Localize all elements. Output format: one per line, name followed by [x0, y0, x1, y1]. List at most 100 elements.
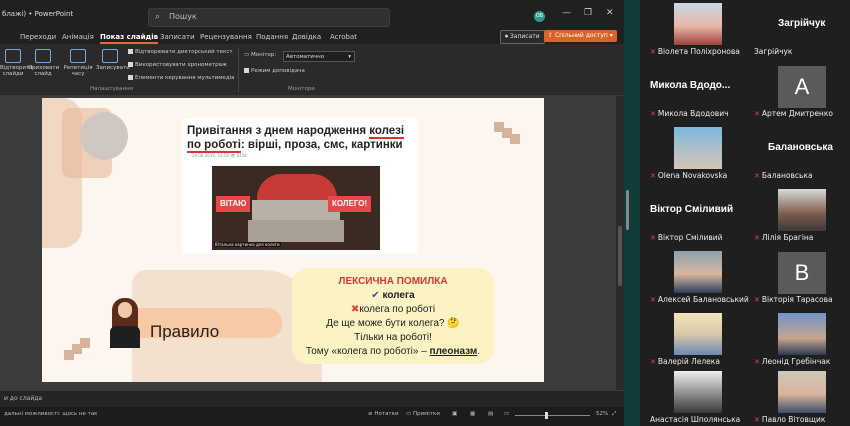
- rehearse-label: Репетиція часу: [63, 65, 93, 77]
- participant-tile[interactable]: ✕ Лілія Брагіна: [748, 186, 850, 244]
- comments-button-label: Примітки: [412, 411, 440, 417]
- record-button[interactable]: ⏺ Записати: [500, 30, 545, 44]
- lexical-error-box: ЛЕКСИЧНА ПОМИЛКА ✔ колега ✖колега по роб…: [292, 268, 494, 364]
- participant-tile[interactable]: A ✕ Артем Дмитренко: [748, 62, 850, 120]
- presenter-view-label: Режим доповідача: [251, 68, 305, 74]
- hide-slide-button[interactable]: Приховати слайд: [28, 49, 60, 77]
- thinking-emoji-icon: 🤔: [444, 318, 460, 329]
- hide-slide-label: Приховати слайд: [28, 65, 60, 77]
- fit-slide-icon[interactable]: ⤢: [612, 411, 616, 418]
- participant-tile[interactable]: Анастасія Шполянська: [644, 368, 748, 426]
- participant-tile[interactable]: ✕ Алексей Балановський: [644, 248, 749, 306]
- play-slides-button[interactable]: Відтворити слайди: [0, 49, 33, 77]
- participant-tile[interactable]: ✕ Olena Novakovska: [644, 124, 748, 182]
- participant-name-text: Olena Novakovska: [657, 171, 728, 180]
- participant-name-text: Балановська: [761, 171, 813, 180]
- participant-tile[interactable]: Микола Вдодо... ✕ Микола Вдодович: [644, 62, 748, 120]
- participant-name: ✕ Лілія Брагіна: [754, 233, 813, 242]
- presenter-view-checkbox[interactable]: Режим доповідача: [244, 68, 305, 74]
- box-conclusion: Тому «колега по роботі» – плеоназм.: [292, 346, 494, 357]
- scroll-thumb[interactable]: [618, 226, 622, 286]
- participant-name: ✕ Вікторія Тарасова: [754, 295, 833, 304]
- mic-muted-icon: ✕: [650, 234, 656, 242]
- participant-tile[interactable]: B ✕ Вікторія Тарасова: [748, 248, 850, 306]
- participant-tile[interactable]: ✕ Валерій Лелека: [644, 310, 748, 368]
- narration-checkbox[interactable]: Відтворювати дикторський текст: [128, 49, 233, 55]
- rehearse-timings-button[interactable]: Репетиція часу: [62, 49, 94, 77]
- restore-button[interactable]: ❐: [584, 8, 592, 18]
- tab-transitions[interactable]: Переходи: [20, 33, 56, 41]
- participant-name-text: Павло Вітовщик: [761, 415, 826, 424]
- checkmark-icon: ✔: [371, 290, 383, 301]
- participant-video: [778, 189, 826, 231]
- notes-pane[interactable]: и до слайда: [0, 390, 624, 407]
- participant-video: [778, 313, 826, 355]
- tab-review[interactable]: Рецензування: [200, 33, 252, 41]
- participant-name-text: Леонід Гребінчак: [761, 357, 831, 366]
- zoom-level[interactable]: 52%: [596, 411, 608, 417]
- close-button[interactable]: ✕: [606, 8, 614, 18]
- box-wrong-word: колега по роботі: [359, 304, 436, 315]
- participant-tile[interactable]: ✕ Павло Вітовщик: [748, 368, 850, 426]
- zoom-slider[interactable]: [515, 415, 590, 416]
- stopwatch-icon: [70, 49, 86, 63]
- search-box[interactable]: ⌕ Пошук: [148, 8, 390, 27]
- article-title: Привітання з днем народження колезі по р…: [187, 124, 419, 153]
- mic-muted-icon: ✕: [754, 416, 760, 424]
- mic-muted-icon: ✕: [650, 110, 656, 118]
- participant-tile[interactable]: Віктор Сміливий ✕ Віктор Сміливий: [644, 186, 748, 244]
- sign-right: КОЛЕГО!: [328, 196, 372, 212]
- vertical-scrollbar[interactable]: [616, 96, 624, 390]
- divider-handle[interactable]: [626, 190, 629, 230]
- checkbox-checked-icon: [128, 62, 133, 67]
- participant-tile[interactable]: ✕ Віолета Поліхронова: [644, 0, 748, 58]
- record-slideshow-label: Записувати: [96, 65, 130, 71]
- timings-checkbox[interactable]: Використовувати хронометраж: [128, 62, 227, 68]
- article-title-text: Привітання з днем народження: [187, 125, 370, 137]
- narration-label: Відтворювати дикторський текст: [135, 49, 233, 55]
- user-avatar[interactable]: ОБ: [534, 11, 545, 22]
- media-controls-checkbox[interactable]: Елементи керування мультимедіа: [128, 75, 235, 81]
- record-slideshow-button[interactable]: Записувати: [96, 49, 130, 71]
- share-button[interactable]: ⇪ Спільний доступ ▾: [544, 30, 617, 42]
- tab-acrobat[interactable]: Acrobat: [330, 33, 357, 41]
- share-label: Спільний доступ: [554, 32, 608, 39]
- participant-display-name: Віктор Сміливий: [650, 204, 734, 215]
- minimize-button[interactable]: —: [562, 8, 571, 18]
- normal-view-icon[interactable]: ▣: [452, 411, 457, 417]
- box-correct-line: ✔ колега: [292, 290, 494, 301]
- slide-sorter-icon[interactable]: ▦: [470, 411, 475, 417]
- participant-name-text: Віктор Сміливий: [657, 233, 723, 242]
- participant-tile[interactable]: Загрійчук Загрійчук: [748, 0, 850, 58]
- monitor-select[interactable]: Автоматично ▾: [283, 51, 355, 62]
- participant-tile[interactable]: Балановська ✕ Балановська: [748, 124, 850, 182]
- cake-bottom: [248, 220, 344, 242]
- zoom-slider-handle[interactable]: [545, 412, 548, 419]
- participant-name-text: Загрійчук: [754, 47, 793, 56]
- mic-muted-icon: ✕: [754, 358, 760, 366]
- box-conclusion-text: Тому «колега по роботі» –: [305, 346, 430, 357]
- reading-view-icon[interactable]: ▤: [488, 411, 493, 417]
- chevron-down-icon: ▾: [607, 32, 613, 39]
- tab-help[interactable]: Довідка: [292, 33, 321, 41]
- tab-animations[interactable]: Анімація: [62, 33, 94, 41]
- participant-video: [674, 251, 722, 293]
- participant-name: ✕ Балановська: [754, 171, 813, 180]
- participant-video: [674, 371, 722, 413]
- box-correct-word: колега: [382, 290, 415, 301]
- participant-name-text: Лілія Брагіна: [761, 233, 814, 242]
- tab-record[interactable]: Записати: [160, 33, 195, 41]
- comments-button[interactable]: ▭ Примітки: [406, 411, 440, 417]
- tab-slideshow[interactable]: Показ слайдів: [100, 33, 159, 44]
- tab-view[interactable]: Подання: [256, 33, 288, 41]
- slide[interactable]: Привітання з днем народження колезі по р…: [42, 98, 544, 382]
- participant-avatar-letter: A: [778, 66, 826, 108]
- participant-tile[interactable]: ✕ Леонід Гребінчак: [748, 310, 850, 368]
- accessibility-status[interactable]: дальні можливості: щось не так: [4, 411, 98, 417]
- participant-name: ✕ Леонід Гребінчак: [754, 357, 830, 366]
- participant-name-text: Віолета Поліхронова: [657, 47, 740, 56]
- checkbox-checked-icon: [128, 49, 133, 54]
- chevron-down-icon: ▾: [348, 54, 351, 60]
- notes-button[interactable]: ≡ Нотатки: [368, 411, 399, 417]
- slideshow-view-icon[interactable]: ▭: [504, 411, 509, 417]
